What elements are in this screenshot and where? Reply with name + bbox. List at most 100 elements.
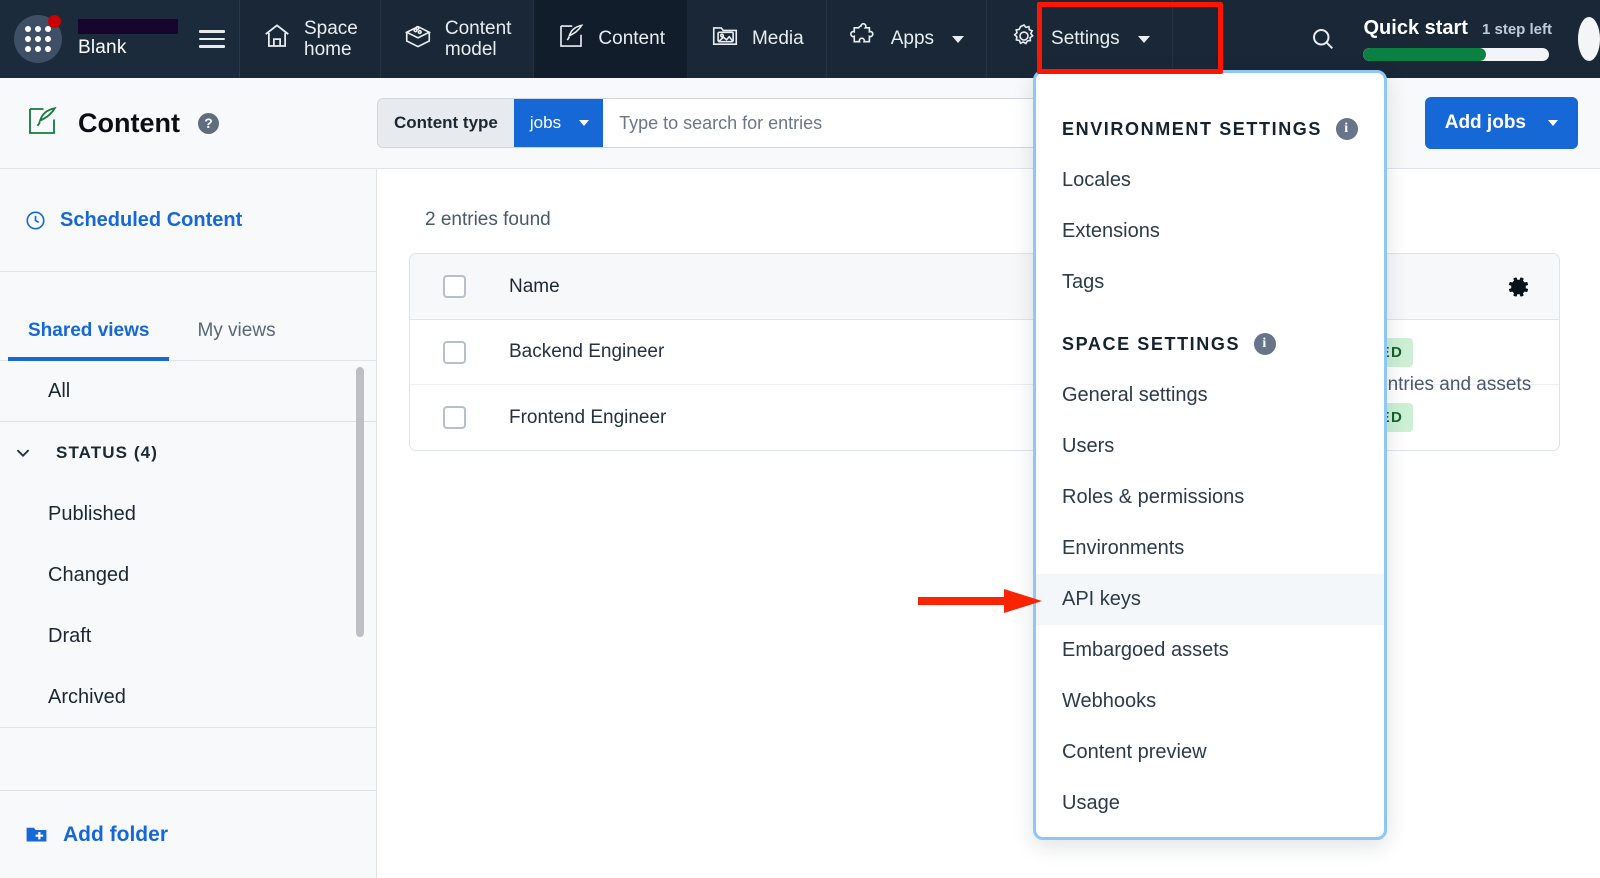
menu-item-embargoed-assets-label: Embargoed assets [1062, 639, 1229, 661]
nav-label-space-home: Space home [304, 17, 358, 60]
sidebar-item-all-label: All [48, 379, 71, 402]
add-jobs-label: Add jobs [1444, 112, 1526, 133]
nav-item-settings[interactable]: Settings [987, 0, 1173, 78]
nav-item-apps[interactable]: Apps [827, 0, 988, 78]
clock-icon [26, 210, 45, 230]
row-checkbox[interactable] [443, 406, 466, 429]
sidebar-group-status-label: STATUS (4) [56, 443, 158, 462]
sidebar-item-archived-label: Archived [48, 685, 126, 708]
sidebar-item-published-label: Published [48, 503, 136, 525]
sidebar-toggle-icon[interactable] [199, 30, 225, 48]
content-type-value: jobs [529, 113, 562, 132]
menu-item-embargoed-assets[interactable]: Embargoed assets [1036, 625, 1384, 676]
app-switcher-button[interactable] [14, 15, 62, 63]
sidebar-item-archived[interactable]: Archived [0, 667, 376, 728]
quick-start-progress-bar [1363, 48, 1550, 61]
tab-shared-views[interactable]: Shared views [8, 320, 170, 361]
entries-found-count: 2 entries found [425, 209, 551, 230]
add-folder-button[interactable]: Add folder [0, 790, 376, 878]
menu-item-tags[interactable]: Tags [1036, 257, 1384, 308]
redacted-org-name [78, 19, 178, 34]
nav-item-content[interactable]: Content [534, 0, 688, 78]
top-navigation-bar: Blank Space home Content model Content M… [0, 0, 1600, 78]
menu-item-webhooks-label: Webhooks [1062, 690, 1157, 712]
row-name: Backend Engineer [509, 341, 665, 362]
nav-item-content-model[interactable]: Content model [381, 0, 535, 78]
search-icon [1313, 29, 1334, 50]
global-search-button[interactable] [1283, 25, 1363, 53]
nav-label-content: Content [598, 28, 665, 50]
sidebar-scrollbar[interactable] [356, 367, 364, 637]
menu-item-extensions[interactable]: Extensions [1036, 206, 1384, 257]
subheader-left: Content ? [0, 78, 377, 168]
chevron-down-icon-settings [1137, 35, 1150, 43]
quick-start-steps-left: 1 step left [1481, 21, 1552, 38]
menu-item-users-label: Users [1062, 435, 1115, 457]
select-all-checkbox[interactable] [443, 275, 466, 298]
notification-dot [48, 15, 61, 28]
space-name-wrap: Blank [78, 19, 178, 59]
settings-dropdown-menu: ENVIRONMENT SETTINGS i Locales Extension… [1033, 70, 1387, 840]
entries-main-panel: 2 entries found entries and assets Name … [377, 169, 1600, 878]
views-list: All STATUS (4) Published Changed Draft A… [0, 361, 376, 774]
add-jobs-button[interactable]: Add jobs [1424, 97, 1578, 149]
sidebar-item-all[interactable]: All [0, 361, 376, 422]
content-model-icon [403, 21, 433, 57]
chevron-down-icon-content-type [579, 120, 590, 126]
menu-item-environments-label: Environments [1062, 537, 1185, 559]
menu-item-webhooks[interactable]: Webhooks [1036, 676, 1384, 727]
column-header-name: Name [509, 275, 560, 297]
tab-my-views-label: My views [197, 320, 276, 341]
dropdown-section-environment-label: ENVIRONMENT SETTINGS [1062, 118, 1323, 139]
content-quill-icon [556, 21, 586, 57]
scheduled-content-link[interactable]: Scheduled Content [0, 169, 376, 272]
menu-item-environments[interactable]: Environments [1036, 523, 1384, 574]
menu-item-api-keys[interactable]: API keys [1036, 574, 1384, 625]
dropdown-section-space-label: SPACE SETTINGS [1062, 333, 1241, 354]
table-settings-button[interactable] [1507, 275, 1531, 299]
sidebar-item-published[interactable]: Published [0, 484, 376, 545]
gear-icon [1009, 21, 1039, 57]
gear-icon-table [1508, 276, 1529, 297]
sidebar-group-status[interactable]: STATUS (4) [0, 422, 376, 484]
quick-start-text-line: Quick start 1 step left [1363, 17, 1552, 40]
dropdown-section-space-settings: SPACE SETTINGS i [1036, 318, 1384, 370]
quick-start-widget[interactable]: Quick start 1 step left [1363, 17, 1574, 61]
row-name: Frontend Engineer [509, 406, 667, 428]
row-checkbox[interactable] [443, 340, 466, 364]
menu-item-usage[interactable]: Usage [1036, 778, 1384, 829]
menu-item-roles-permissions-label: Roles & permissions [1062, 486, 1245, 508]
quick-start-title: Quick start [1363, 17, 1468, 39]
quick-start-progress-fill [1363, 48, 1487, 61]
menu-item-general-settings[interactable]: General settings [1036, 370, 1384, 421]
chevron-down-icon-apps [952, 35, 965, 43]
content-type-select[interactable]: jobs [513, 99, 604, 147]
tab-my-views[interactable]: My views [177, 320, 295, 360]
apps-puzzle-icon [849, 21, 879, 57]
menu-item-users[interactable]: Users [1036, 421, 1384, 472]
menu-item-content-preview[interactable]: Content preview [1036, 727, 1384, 778]
nav-item-media[interactable]: Media [688, 0, 827, 78]
nav-label-content-model: Content model [444, 17, 512, 60]
info-icon-environment[interactable]: i [1336, 118, 1359, 140]
help-icon[interactable]: ? [197, 112, 219, 134]
space-selector[interactable]: Blank [0, 0, 240, 78]
scheduled-content-label: Scheduled Content [60, 208, 243, 231]
media-image-icon [710, 21, 740, 57]
sidebar-item-draft-label: Draft [48, 625, 92, 647]
sidebar-item-draft[interactable]: Draft [0, 606, 376, 667]
entries-table: Name Status Backend Engineer PUBLISHED [409, 253, 1560, 451]
sidebar-item-changed[interactable]: Changed [0, 545, 376, 606]
user-avatar[interactable] [1574, 17, 1600, 61]
nav-right-group: Quick start 1 step left [1283, 0, 1600, 78]
menu-item-general-settings-label: General settings [1062, 384, 1208, 406]
dropdown-section-environment-settings: ENVIRONMENT SETTINGS i [1036, 103, 1384, 155]
nav-item-space-home[interactable]: Space home [240, 0, 381, 78]
menu-item-api-keys-label: API keys [1062, 588, 1141, 610]
subheader-right: Add jobs [1400, 97, 1600, 149]
menu-item-locales[interactable]: Locales [1036, 155, 1384, 206]
nav-label-media: Media [751, 28, 804, 50]
menu-item-roles-permissions[interactable]: Roles & permissions [1036, 472, 1384, 523]
info-icon-space[interactable]: i [1254, 333, 1277, 355]
nav-label-settings: Settings [1051, 28, 1120, 50]
